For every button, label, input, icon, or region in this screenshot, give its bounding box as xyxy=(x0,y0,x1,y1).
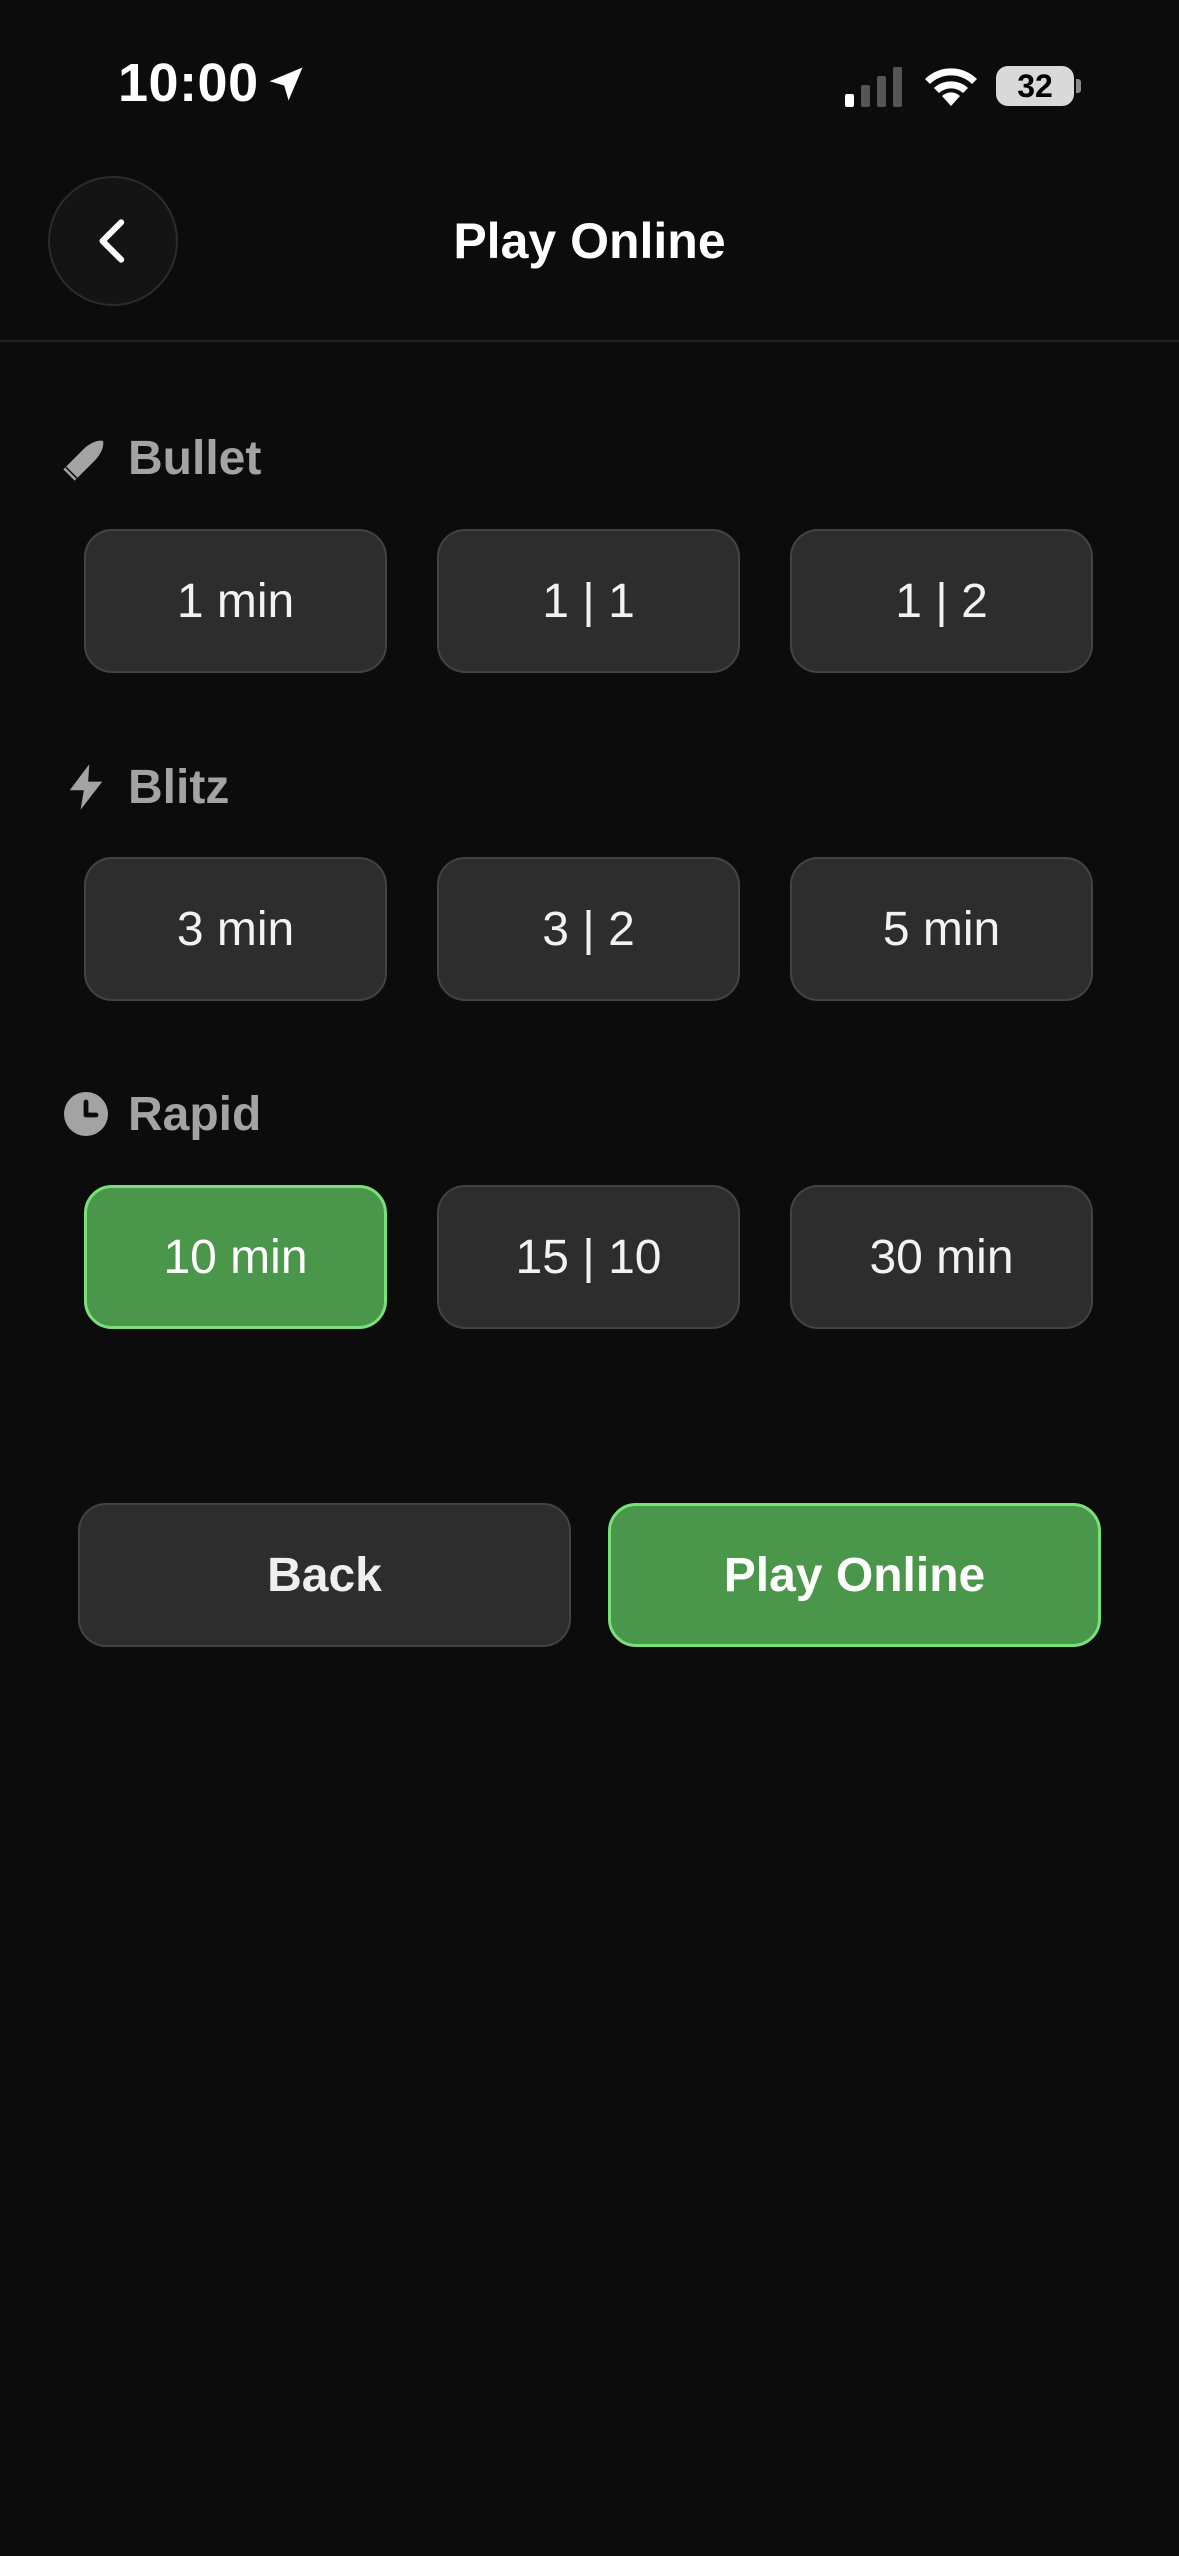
cellular-signal-icon xyxy=(845,67,902,107)
back-button[interactable]: Back xyxy=(78,1503,571,1647)
section-heading-blitz: Blitz xyxy=(60,757,229,817)
section-heading-rapid: Rapid xyxy=(60,1084,261,1144)
time-control-option[interactable]: 5 min xyxy=(790,857,1093,1001)
time-control-option-selected[interactable]: 10 min xyxy=(84,1185,387,1329)
time-control-option[interactable]: 1 | 1 xyxy=(437,529,740,673)
blitz-options: 3 min 3 | 2 5 min xyxy=(84,857,1095,1001)
battery-indicator: 32 xyxy=(996,66,1081,106)
bullet-icon xyxy=(60,432,112,484)
wifi-icon xyxy=(925,68,977,106)
lightning-bolt-icon xyxy=(60,761,112,813)
time-control-option[interactable]: 1 | 2 xyxy=(790,529,1093,673)
time-control-option[interactable]: 3 | 2 xyxy=(437,857,740,1001)
battery-cap xyxy=(1076,79,1081,93)
section-label-bullet: Bullet xyxy=(128,431,262,485)
page-title: Play Online xyxy=(453,213,726,269)
time-control-option[interactable]: 3 min xyxy=(84,857,387,1001)
time-control-option[interactable]: 30 min xyxy=(790,1185,1093,1329)
time-control-option[interactable]: 1 min xyxy=(84,529,387,673)
battery-level: 32 xyxy=(1017,68,1053,104)
play-online-button[interactable]: Play Online xyxy=(608,1503,1101,1647)
bullet-options: 1 min 1 | 1 1 | 2 xyxy=(84,529,1095,673)
location-arrow-icon xyxy=(269,67,303,101)
rapid-options: 10 min 15 | 10 30 min xyxy=(84,1185,1095,1329)
header: Play Online xyxy=(0,170,1179,342)
time-control-option[interactable]: 15 | 10 xyxy=(437,1185,740,1329)
status-bar: 10:00 32 xyxy=(0,0,1179,170)
clock-icon xyxy=(60,1088,112,1140)
section-label-blitz: Blitz xyxy=(128,760,230,814)
section-label-rapid: Rapid xyxy=(128,1087,262,1141)
status-time: 10:00 xyxy=(118,53,259,113)
section-heading-bullet: Bullet xyxy=(60,428,261,488)
